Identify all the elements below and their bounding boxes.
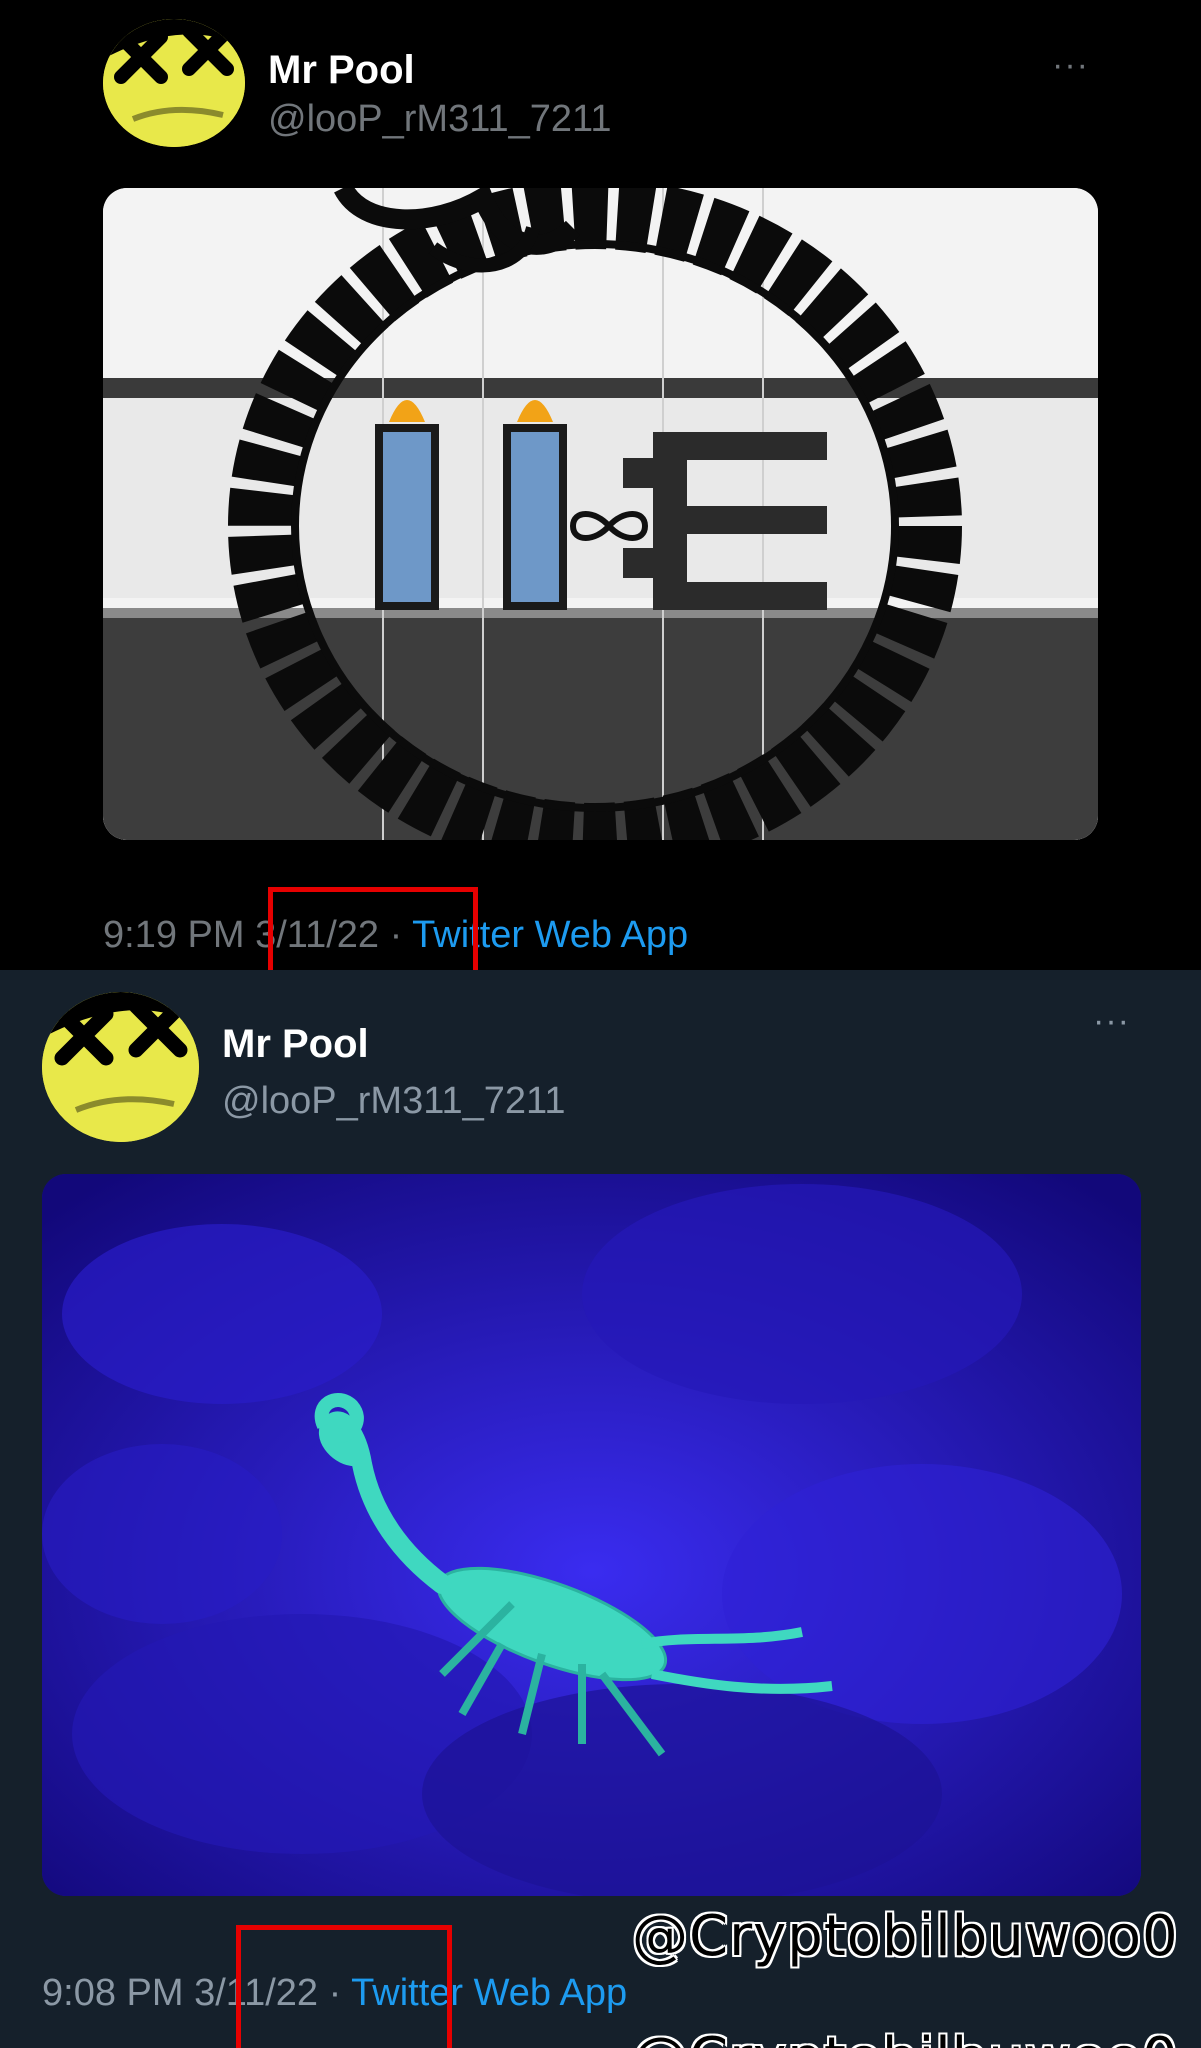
user-handle[interactable]: @looP_rM311_7211 <box>222 1082 566 1120</box>
more-options-icon[interactable]: ··· <box>1093 1004 1130 1038</box>
tweet-card-2[interactable]: Mr Pool @looP_rM311_7211 ··· 9:08 PM 3/1… <box>0 970 1201 2048</box>
meta-separator <box>184 1972 195 2014</box>
tweet-time[interactable]: 9:19 PM <box>103 914 245 956</box>
smiley-x-eyes-icon <box>103 19 245 147</box>
tweet-image-ouroboros[interactable] <box>103 188 1098 840</box>
avatar[interactable] <box>103 19 245 147</box>
more-options-icon[interactable]: ··· <box>1052 48 1089 82</box>
screenshot-root: Mr Pool @looP_rM311_7211 ··· 9:19 PM 3/1… <box>0 0 1201 2048</box>
date-highlight-box <box>268 887 478 970</box>
smiley-x-eyes-icon <box>42 992 199 1142</box>
tweet-time[interactable]: 9:08 PM <box>42 1972 184 2014</box>
display-name[interactable]: Mr Pool <box>268 50 415 90</box>
display-name[interactable]: Mr Pool <box>222 1024 369 1064</box>
ouroboros-serpent-image <box>103 188 1098 840</box>
user-handle[interactable]: @looP_rM311_7211 <box>268 100 612 138</box>
glowing-scorpion-image <box>42 1174 1141 1896</box>
date-highlight-box <box>236 1925 452 2048</box>
avatar[interactable] <box>42 992 199 1142</box>
watermark-text-partial: @Cryptobilbuwoo0 <box>632 2026 1179 2048</box>
watermark-text: @Cryptobilbuwoo0 <box>632 1904 1179 1969</box>
tweet-image-scorpion[interactable] <box>42 1174 1141 1896</box>
tweet-card-1[interactable]: Mr Pool @looP_rM311_7211 ··· 9:19 PM 3/1… <box>0 0 1201 970</box>
meta-separator <box>245 914 256 956</box>
